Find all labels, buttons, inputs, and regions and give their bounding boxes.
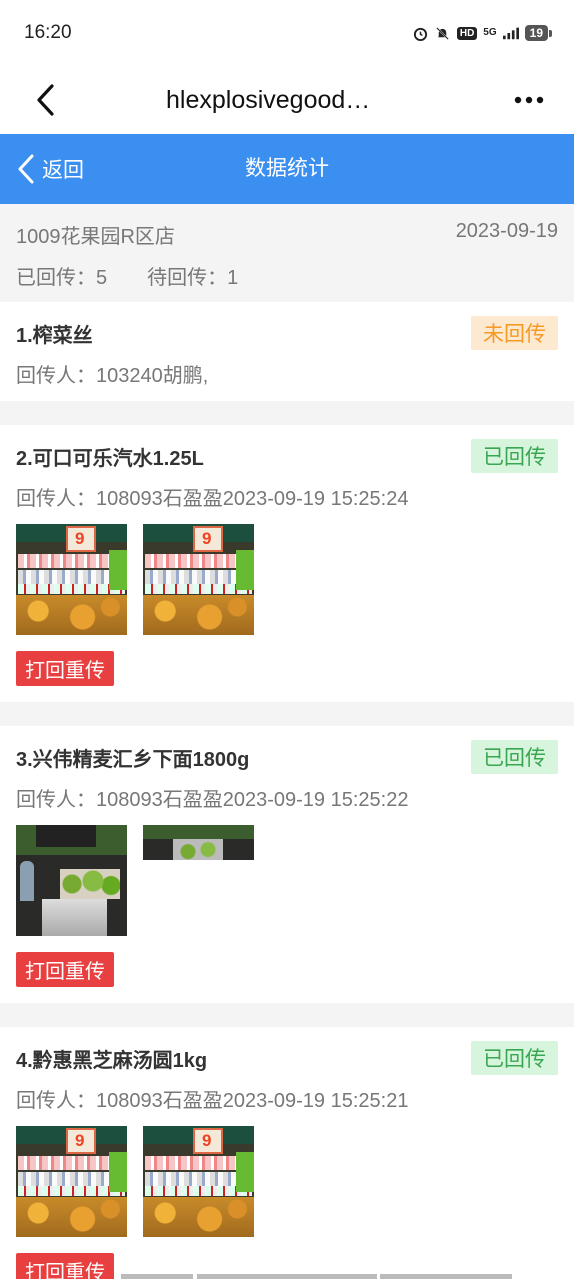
status-badge: 已回传 bbox=[471, 439, 558, 473]
status-badge: 已回传 bbox=[471, 1041, 558, 1075]
chevron-left-icon bbox=[37, 84, 54, 116]
item-name: 1.榨菜丝 bbox=[16, 324, 93, 347]
photo-sign-text: 9 bbox=[75, 1131, 85, 1150]
hd-icon: HD bbox=[456, 26, 478, 40]
reject-reupload-button[interactable]: 打回重传 bbox=[16, 952, 114, 987]
app-titlebar: hlexplosivegood… bbox=[0, 66, 574, 134]
stats-header: 返回 数据统计 bbox=[0, 134, 574, 204]
status-bar: 16:20 HD 5G 19 bbox=[0, 0, 574, 66]
bottom-scroll-indicator bbox=[0, 1269, 574, 1279]
more-dots-icon bbox=[514, 96, 544, 104]
chevron-left-icon bbox=[18, 154, 34, 184]
battery-icon: 19 bbox=[524, 25, 552, 41]
pending-count: 待回传：1 bbox=[147, 267, 239, 289]
list-item: 2.可口可乐汽水1.25L 已回传 回传人：108093石盈盈2023-09-1… bbox=[0, 425, 574, 702]
network-type-icon: 5G bbox=[483, 27, 497, 38]
list-item: 1.榨菜丝 未回传 回传人：103240胡鹏, bbox=[0, 302, 574, 401]
photo-sign-text: 9 bbox=[75, 529, 85, 548]
item-photo[interactable] bbox=[143, 825, 254, 860]
status-icons: HD 5G 19 bbox=[413, 25, 552, 41]
item-photo[interactable]: 9 bbox=[143, 1126, 254, 1237]
item-name: 3.兴伟精麦汇乡下面1800g bbox=[16, 748, 250, 771]
signal-icon bbox=[502, 25, 519, 41]
more-button[interactable] bbox=[512, 86, 546, 114]
item-photo[interactable] bbox=[16, 825, 127, 936]
uploaded-count: 已回传：5 bbox=[16, 267, 108, 289]
alarm-icon bbox=[413, 25, 429, 41]
item-sender: 回传人：108093石盈盈2023-09-19 15:25:22 bbox=[16, 789, 409, 811]
photo-sign-text: 9 bbox=[202, 529, 212, 548]
status-badge: 已回传 bbox=[471, 740, 558, 774]
item-sender: 回传人：108093石盈盈2023-09-19 15:25:21 bbox=[16, 1090, 409, 1112]
store-summary: 1009花果园R区店 2023-09-19 已回传：5 待回传：1 bbox=[0, 204, 574, 302]
status-time: 16:20 bbox=[24, 22, 72, 43]
store-name: 1009花果园R区店 bbox=[16, 226, 175, 248]
item-photo[interactable]: 9 bbox=[16, 524, 127, 635]
battery-level: 19 bbox=[524, 25, 548, 41]
item-photo[interactable]: 9 bbox=[143, 524, 254, 635]
item-sender: 回传人：108093石盈盈2023-09-19 15:25:24 bbox=[16, 488, 409, 510]
back-button[interactable] bbox=[28, 80, 62, 120]
status-badge: 未回传 bbox=[471, 316, 558, 350]
header-title: 数据统计 bbox=[245, 157, 329, 180]
return-label: 返回 bbox=[42, 159, 84, 182]
item-name: 2.可口可乐汽水1.25L bbox=[16, 447, 204, 470]
reject-reupload-button[interactable]: 打回重传 bbox=[16, 651, 114, 686]
list-item: 4.黔惠黑芝麻汤圆1kg 已回传 回传人：108093石盈盈2023-09-19… bbox=[0, 1027, 574, 1279]
item-photo[interactable]: 9 bbox=[16, 1126, 127, 1237]
page-title: hlexplosivegood… bbox=[166, 85, 371, 114]
return-button[interactable]: 返回 bbox=[16, 134, 84, 204]
photo-sign-text: 9 bbox=[202, 1131, 212, 1150]
list-item: 3.兴伟精麦汇乡下面1800g 已回传 回传人：108093石盈盈2023-09… bbox=[0, 726, 574, 1003]
mute-bell-icon bbox=[435, 25, 451, 41]
item-sender: 回传人：103240胡鹏, bbox=[16, 365, 209, 387]
item-name: 4.黔惠黑芝麻汤圆1kg bbox=[16, 1049, 208, 1072]
summary-date: 2023-09-19 bbox=[455, 220, 558, 242]
